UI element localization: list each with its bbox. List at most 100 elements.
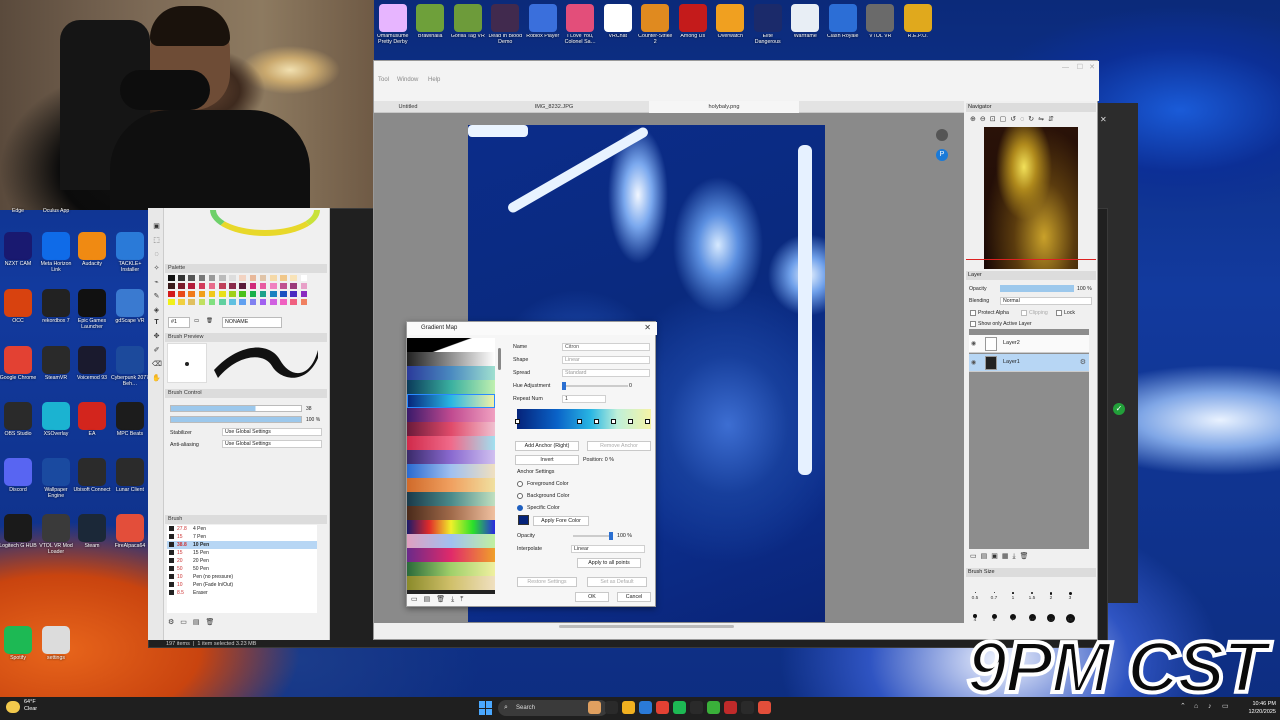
copy-layer-icon[interactable]: ▤ — [981, 553, 992, 560]
brush-copy-icon[interactable]: ▭ — [180, 619, 193, 626]
delete-swatch-icon[interactable]: 🗑 — [206, 317, 213, 326]
palette-swatch[interactable] — [270, 299, 277, 305]
maximize-icon[interactable]: ☐ — [1077, 63, 1083, 71]
rotate-left-icon[interactable]: ↺ — [1010, 116, 1020, 123]
palette-swatch[interactable] — [198, 275, 206, 281]
gradient-preset[interactable] — [407, 422, 495, 436]
layer-settings-icon[interactable]: ⚙ — [1080, 358, 1086, 366]
palette-swatch[interactable] — [198, 283, 206, 289]
navigator-thumbnail[interactable] — [984, 127, 1078, 269]
taskbar-app-icon[interactable] — [724, 701, 737, 714]
window-close-icon[interactable]: ✕ — [1089, 63, 1095, 71]
palette-swatch[interactable] — [219, 291, 226, 297]
game-shortcut[interactable]: Elite Dangerous — [749, 0, 787, 56]
palette-swatch[interactable] — [300, 275, 308, 281]
palette-swatch[interactable] — [249, 275, 257, 281]
taskbar-app-icon[interactable] — [707, 701, 720, 714]
close-icon[interactable]: ✕ — [1100, 115, 1107, 124]
taskbar-app-icon[interactable] — [758, 701, 771, 714]
foreground-radio[interactable] — [517, 481, 523, 487]
rotate-right-icon[interactable]: ↻ — [1028, 116, 1038, 123]
desktop-shortcut[interactable]: Edge — [0, 207, 38, 215]
pen-icon[interactable]: ✎ — [152, 292, 161, 301]
fill-icon[interactable]: ◈ — [152, 306, 161, 315]
brush-item[interactable]: 10 Pen (no pressure) — [167, 573, 317, 581]
blending-select[interactable]: Normal — [1000, 297, 1092, 305]
palette-swatch[interactable] — [229, 275, 236, 281]
palette-swatch[interactable] — [300, 299, 308, 305]
palette-swatch[interactable] — [290, 275, 297, 281]
palette-swatch[interactable] — [178, 291, 185, 297]
menu-tool[interactable]: Tool — [378, 77, 389, 83]
preset-scrollbar[interactable] — [498, 348, 501, 370]
tray-chevron-icon[interactable]: ⌃ — [1180, 703, 1188, 711]
add-swatch-icon[interactable]: ▭ — [194, 317, 199, 326]
gradient-preset[interactable] — [407, 534, 495, 548]
show-active-checkbox[interactable] — [970, 321, 976, 327]
game-shortcut[interactable]: I Love You, Colonel Sa… — [562, 0, 600, 56]
gradient-preset[interactable] — [407, 576, 495, 590]
palette-swatch[interactable] — [290, 299, 297, 305]
palette-name[interactable]: NONAME — [222, 317, 282, 328]
palette-swatch[interactable] — [208, 275, 216, 281]
game-shortcut[interactable]: R.E.P.O. — [899, 0, 937, 56]
gradient-anchor[interactable] — [594, 419, 599, 424]
palette-swatch[interactable] — [208, 283, 216, 289]
gradient-anchor[interactable] — [515, 419, 520, 424]
taskbar-app-icon[interactable] — [605, 701, 618, 714]
name-field[interactable]: Citron — [562, 343, 650, 351]
gradient-preset[interactable] — [407, 394, 495, 408]
spread-select[interactable]: Standard — [562, 369, 650, 377]
wand-icon[interactable]: ✧ — [152, 264, 161, 273]
palette-swatch[interactable] — [168, 275, 175, 281]
brush-item[interactable]: 10 Pen (Fade In/Out) — [167, 581, 317, 589]
desktop-shortcut[interactable]: Steam — [72, 514, 112, 550]
palette-swatch[interactable] — [198, 291, 206, 297]
desktop-shortcut[interactable]: NZXT CAM — [0, 232, 38, 268]
gradient-preset[interactable] — [407, 366, 495, 380]
gradient-anchor[interactable] — [611, 419, 616, 424]
palette-swatch[interactable] — [259, 275, 267, 281]
specific-color-swatch[interactable] — [518, 515, 529, 525]
brush-settings-icon[interactable]: ⚙ — [168, 619, 180, 626]
taskbar-app-icon[interactable] — [622, 701, 635, 714]
new-layer-icon[interactable]: ▭ — [970, 553, 981, 560]
desktop-shortcut[interactable]: Epic Games Launcher — [72, 289, 112, 331]
palette-swatch[interactable] — [188, 283, 195, 289]
gradient-preset[interactable] — [407, 352, 495, 366]
palette-swatch[interactable] — [188, 275, 195, 281]
marquee-icon[interactable]: ⬚ — [152, 236, 161, 245]
lock-checkbox[interactable] — [1056, 310, 1062, 316]
game-shortcut[interactable]: Roblox Player — [524, 0, 562, 56]
gradient-preset[interactable] — [407, 520, 495, 534]
taskbar-app-icon[interactable] — [673, 701, 686, 714]
game-shortcut[interactable]: VRChat — [599, 0, 637, 56]
layer-folder-icon[interactable]: ▦ — [1002, 553, 1013, 560]
desktop-shortcut[interactable]: EA — [72, 402, 112, 438]
eyedrop-icon[interactable]: ⌁ — [152, 278, 161, 287]
desktop-shortcut[interactable]: Cyberpunk 2077 Beh… — [110, 346, 150, 388]
gradient-preset[interactable] — [407, 478, 495, 492]
set-default-button[interactable]: Set as Default — [587, 577, 647, 587]
palette-swatch[interactable] — [290, 291, 297, 297]
game-shortcut[interactable]: Brawlhalla — [412, 0, 450, 56]
zoom-in-icon[interactable]: ⊕ — [970, 116, 980, 123]
palette-swatch[interactable] — [259, 291, 267, 297]
brush-item[interactable]: 38.8 10 Pen — [167, 541, 317, 549]
network-icon[interactable]: ⌂ — [1194, 703, 1202, 711]
brush-item[interactable]: 27.8 4 Pen — [167, 525, 317, 533]
taskbar-app-icon[interactable] — [639, 701, 652, 714]
desktop-shortcut[interactable]: settings — [36, 626, 76, 662]
p-icon[interactable]: P — [936, 149, 948, 161]
taskbar-app-icon[interactable] — [741, 701, 754, 714]
palette-swatch[interactable] — [178, 275, 185, 281]
invert-button[interactable]: Invert — [515, 455, 579, 465]
tab-holybaly[interactable]: holybaly.png — [649, 101, 799, 113]
palette-swatch[interactable] — [229, 299, 236, 305]
flip-h-icon[interactable]: ⇋ — [1038, 116, 1048, 123]
palette-swatch[interactable] — [208, 291, 216, 297]
gradient-preset[interactable] — [407, 450, 495, 464]
taskbar-clock[interactable]: 10:46 PM 12/20/2025 — [1236, 700, 1276, 716]
brush-folder-icon[interactable]: ▤ — [193, 619, 206, 626]
shape-select[interactable]: Linear — [562, 356, 650, 364]
